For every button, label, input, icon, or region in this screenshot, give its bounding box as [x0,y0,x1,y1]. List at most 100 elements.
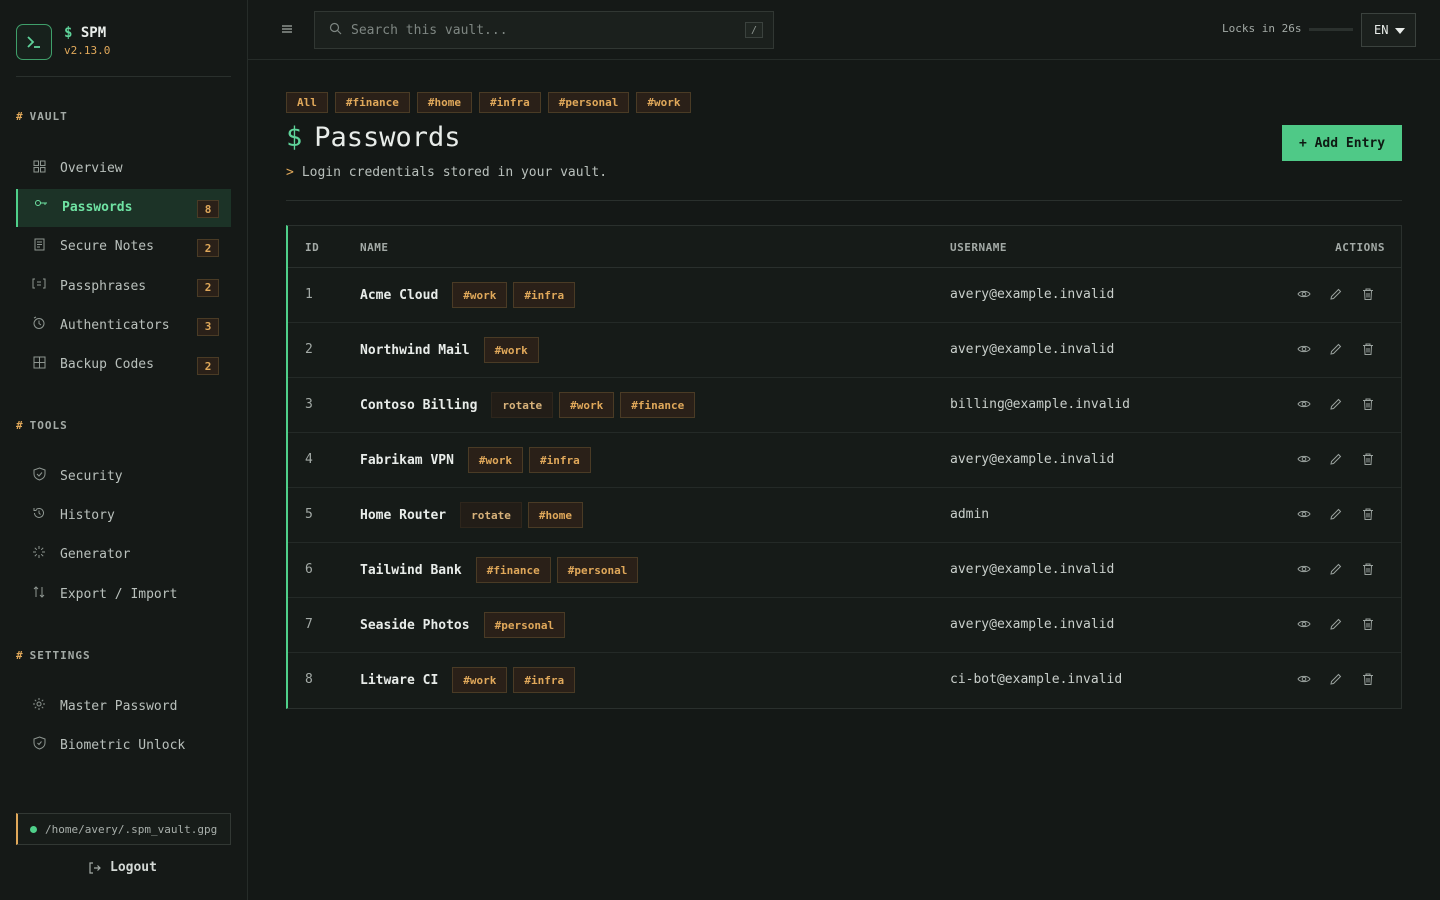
count-badge: 2 [197,239,219,258]
entry-name[interactable]: Home Router [360,508,446,523]
sidebar-item-history[interactable]: History [16,497,231,535]
entry-tag[interactable]: rotate [491,392,554,418]
sidebar-item-biometric-unlock[interactable]: Biometric Unlock [16,727,231,765]
trash-icon[interactable] [1360,451,1376,467]
trash-icon[interactable] [1360,341,1376,357]
row-id: 2 [305,342,313,357]
table-row[interactable]: 6 Tailwind Bank #finance #personal avery@exa… [288,543,1401,598]
entry-tag[interactable]: #personal [556,557,639,583]
sidebar-item-generator[interactable]: Generator [16,536,231,574]
edit-icon[interactable] [1328,616,1344,632]
shield-icon [32,736,46,750]
entry-tag[interactable]: #work [483,337,539,363]
entry-tag[interactable]: rotate [460,502,522,528]
row-actions [1296,341,1376,357]
trash-icon[interactable] [1360,616,1376,632]
entry-tag[interactable]: #work [467,447,524,473]
entry-name[interactable]: Fabrikam VPN [360,453,454,468]
row-name-cell: Acme Cloud #work #infra [360,282,576,308]
entry-name[interactable]: Contoso Billing [360,398,477,413]
entry-tag[interactable]: #personal [483,612,566,638]
row-name-cell: Home Router rotate #home [360,502,583,528]
entry-tag[interactable]: #work [559,392,615,418]
entry-tag[interactable]: #infra [513,282,576,308]
filter-chip[interactable]: #work [636,92,692,113]
edit-icon[interactable] [1328,396,1344,412]
table-row[interactable]: 2 Northwind Mail #work avery@example.invali… [288,323,1401,378]
gear-icon [32,697,46,711]
language-label: EN [1374,23,1389,37]
entry-tag[interactable]: #work [452,282,508,308]
sidebar-item-authenticators[interactable]: Authenticators 3 [16,307,231,345]
trash-icon[interactable] [1360,671,1376,687]
entry-name[interactable]: Seaside Photos [360,618,470,633]
edit-icon[interactable] [1328,561,1344,577]
sidebar-item-passphrases[interactable]: Passphrases 2 [16,268,231,306]
trash-icon[interactable] [1360,506,1376,522]
entry-tag[interactable]: #finance [475,557,551,583]
sidebar-item-overview[interactable]: Overview [16,150,231,188]
sidebar-item-master-password[interactable]: Master Password [16,688,231,726]
key-icon [34,198,48,212]
entry-name[interactable]: Northwind Mail [360,343,470,358]
row-name-cell: Tailwind Bank #finance #personal [360,557,639,583]
entry-tag[interactable]: #infra [513,667,576,693]
logout-button[interactable]: Logout [88,860,157,875]
sidebar-item-secure-notes[interactable]: Secure Notes 2 [16,228,231,266]
trash-icon[interactable] [1360,561,1376,577]
table-row[interactable]: 1 Acme Cloud #work #infra avery@example.inva… [288,268,1401,323]
entry-name[interactable]: Acme Cloud [360,288,438,303]
sidebar-item-label: History [60,508,115,524]
table-row[interactable]: 4 Fabrikam VPN #work #infra avery@example.in… [288,433,1401,488]
passwords-table: ID NAME USERNAME ACTIONS 1 Acme Cloud #wor… [286,225,1402,709]
filter-chip[interactable]: #personal [547,92,630,113]
row-id: 4 [305,452,313,467]
entry-tag[interactable]: #home [527,502,583,528]
filter-chip[interactable]: #finance [334,92,410,113]
table-row[interactable]: 5 Home Router rotate #home admin [288,488,1401,543]
sidebar-item-export-import[interactable]: Export / Import [16,576,231,614]
filter-chip[interactable]: #home [416,92,472,113]
add-entry-button[interactable]: + Add Entry [1282,125,1402,161]
table-row[interactable]: 7 Seaside Photos #personal avery@example.in… [288,598,1401,653]
trash-icon[interactable] [1360,286,1376,302]
view-icon[interactable] [1296,396,1312,412]
search-box[interactable]: / [314,11,774,49]
sidebar-item-passwords[interactable]: Passwords 8 [16,189,231,228]
entry-name[interactable]: Litware CI [360,673,438,688]
view-icon[interactable] [1296,671,1312,687]
view-icon[interactable] [1296,341,1312,357]
filter-chip[interactable]: #infra [478,92,541,113]
edit-icon[interactable] [1328,341,1344,357]
search-input[interactable] [351,20,731,40]
trash-icon[interactable] [1360,396,1376,412]
logout-label: Logout [110,860,157,875]
header-actions: ACTIONS [1335,241,1385,254]
filter-chip[interactable]: All [286,92,328,113]
entry-tag[interactable]: #finance [620,392,696,418]
sidebar-item-backup-codes[interactable]: Backup Codes 2 [16,346,231,384]
sidebar-item-security[interactable]: Security [16,458,231,496]
sidebar-item-label: Passwords [62,200,133,216]
table-row[interactable]: 3 Contoso Billing rotate #work #finance billi… [288,378,1401,433]
entry-name[interactable]: Tailwind Bank [360,563,462,578]
view-icon[interactable] [1296,616,1312,632]
menu-icon[interactable] [280,22,294,36]
view-icon[interactable] [1296,286,1312,302]
view-icon[interactable] [1296,451,1312,467]
page-title: $ Passwords [286,122,461,153]
divider [16,76,231,77]
table-row[interactable]: 8 Litware CI #work #infra ci-bot@example.inv… [288,653,1401,708]
edit-icon[interactable] [1328,451,1344,467]
brand[interactable]: $ SPM v2.13.0 [16,24,231,60]
entry-tag[interactable]: #infra [529,447,591,473]
entry-tag[interactable]: #work [452,667,508,693]
edit-icon[interactable] [1328,506,1344,522]
view-icon[interactable] [1296,506,1312,522]
view-icon[interactable] [1296,561,1312,577]
bracket-text-icon [32,277,46,291]
section-title-settings: # SETTINGS [16,649,91,662]
language-select[interactable]: EN [1361,13,1416,47]
edit-icon[interactable] [1328,286,1344,302]
edit-icon[interactable] [1328,671,1344,687]
